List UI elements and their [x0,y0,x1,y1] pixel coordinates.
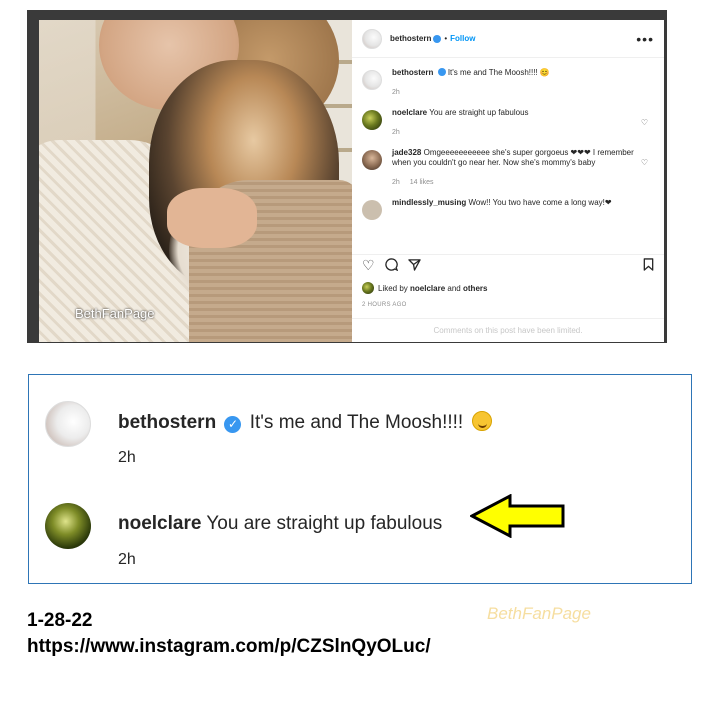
comments-list: bethostern It's me and The Moosh!!!! 😊 2… [352,58,664,254]
comment-username[interactable]: noelclare [118,513,201,534]
post-url[interactable]: https://www.instagram.com/p/CZSlnQyOLuc/ [27,636,431,658]
comment-time: 2h [118,551,136,568]
share-icon[interactable] [407,258,421,274]
comment-text: Omgeeeeeeeeeee she's super gorgoeus ❤❤❤ … [392,148,634,167]
comments-limited-notice: Comments on this post have been limited. [352,318,664,342]
comment-username[interactable]: jade328 [392,148,421,157]
header-username[interactable]: bethostern [390,34,431,43]
smile-emoji-icon [472,411,493,431]
comment-text: You are straight up fabulous [206,513,443,534]
avatar[interactable] [362,150,382,170]
zoomed-comments: bethostern ✓ It's me and The Moosh!!!! 2… [28,374,692,584]
avatar[interactable] [362,28,382,49]
list-item: noelclare You are straight up fabulous 2… [362,108,654,138]
comment-text: It's me and The Moosh!!!! [249,412,464,433]
heart-icon[interactable]: ♡ [641,118,648,127]
list-item: jade328 Omgeeeeeeeeeee she's super gorgo… [362,148,654,188]
comment-time: 2h [392,129,400,136]
footer-watermark: BethFanPage [487,604,591,623]
instagram-screenshot: BethFanPage bethostern • Follow ••• beth… [27,10,667,343]
post-header: bethostern • Follow ••• [352,20,664,58]
comment-time: 2h [118,449,136,466]
avatar[interactable] [45,503,91,549]
liked-by: Liked by noelclare and others [362,282,487,294]
arrow-icon [470,494,565,538]
avatar[interactable] [362,110,382,130]
comment-icon[interactable] [384,257,398,274]
comment-text: Wow!! You two have come a long way!❤ [468,198,612,207]
action-bar: ♡ [352,254,664,276]
photo-watermark: BethFanPage [75,306,155,321]
heart-icon[interactable]: ♡ [362,257,375,274]
verified-icon [433,34,442,43]
verified-icon: ✓ [224,416,242,433]
avatar[interactable] [362,282,374,294]
avatar[interactable] [362,200,382,220]
more-icon[interactable]: ••• [636,32,654,46]
comment-username[interactable]: bethostern [118,412,216,433]
liked-by-others[interactable]: others [463,284,487,293]
follow-button[interactable]: Follow [450,34,475,43]
list-item: bethostern It's me and The Moosh!!!! 😊 2… [362,68,654,98]
comment-time: 2h [392,89,400,96]
list-item: noelclare You are straight up fabulous [45,503,442,549]
comment-text: It's me and The Moosh!!!! 😊 [447,68,550,77]
comment-likes[interactable]: 14 likes [410,179,434,186]
liked-by-user[interactable]: noelclare [410,284,445,293]
post-timestamp: 2 HOURS AGO [362,302,407,308]
list-item: bethostern ✓ It's me and The Moosh!!!! [45,401,493,447]
avatar[interactable] [45,401,91,447]
heart-icon[interactable]: ♡ [641,158,648,167]
separator: • [444,34,448,43]
list-item: mindlessly_musing Wow!! You two have com… [362,198,654,220]
post-date: 1-28-22 [27,610,93,631]
post-panel: bethostern • Follow ••• bethostern It's … [352,20,664,342]
comment-username[interactable]: bethostern [392,68,433,77]
comment-text: You are straight up fabulous [429,108,529,117]
avatar[interactable] [362,70,382,90]
bookmark-icon[interactable] [643,257,654,274]
comment-username[interactable]: noelclare [392,108,427,117]
comment-time: 2h [392,179,400,186]
verified-icon [437,68,446,76]
post-photo: BethFanPage [39,20,352,342]
comment-username[interactable]: mindlessly_musing [392,198,466,207]
